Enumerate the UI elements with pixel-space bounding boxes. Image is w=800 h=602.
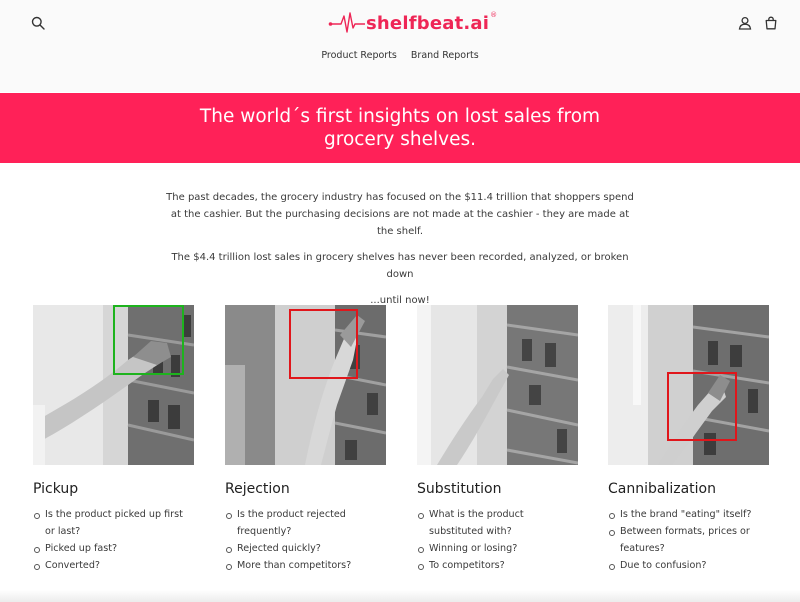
cart-button[interactable] bbox=[759, 11, 783, 35]
bullet-item: Is the brand "eating" itself? bbox=[608, 506, 769, 523]
card-pickup: Pickup Is the product picked up first or… bbox=[33, 305, 194, 574]
bullet-item: Rejected quickly? bbox=[225, 540, 386, 557]
account-button[interactable] bbox=[733, 11, 757, 35]
substitution-photo bbox=[417, 305, 578, 465]
card-cannibalization: Cannibalization Is the brand "eating" it… bbox=[608, 305, 769, 574]
search-icon bbox=[31, 16, 45, 30]
nav-product-reports[interactable]: Product Reports bbox=[321, 50, 397, 61]
search-button[interactable] bbox=[26, 11, 50, 35]
bullet-item: Is the product rejected frequently? bbox=[225, 506, 386, 540]
card-bullets: What is the product substituted with? Wi… bbox=[417, 506, 578, 574]
bullet-item: To competitors? bbox=[417, 557, 578, 574]
bullet-item: Converted? bbox=[33, 557, 194, 574]
cannibalization-photo bbox=[608, 305, 769, 465]
rejection-photo bbox=[225, 305, 386, 465]
bullet-item: Winning or losing? bbox=[417, 540, 578, 557]
card-title: Cannibalization bbox=[608, 481, 716, 497]
hero-title: The world´s first insights on lost sales… bbox=[199, 106, 601, 150]
site-header: shelfbeat.ai ® Product Reports Brand Rep… bbox=[0, 0, 800, 92]
card-title: Substitution bbox=[417, 481, 502, 497]
site-logo[interactable]: shelfbeat.ai ® bbox=[328, 8, 497, 38]
registered-mark: ® bbox=[490, 11, 498, 19]
card-bullets: Is the brand "eating" itself? Between fo… bbox=[608, 506, 769, 574]
card-bullets: Is the product picked up first or last? … bbox=[33, 506, 194, 574]
feature-cards: Pickup Is the product picked up first or… bbox=[33, 305, 769, 585]
card-bullets: Is the product rejected frequently? Reje… bbox=[225, 506, 386, 574]
bullet-item: Is the product picked up first or last? bbox=[33, 506, 194, 540]
hero-banner: The world´s first insights on lost sales… bbox=[0, 93, 800, 163]
main-nav: Product Reports Brand Reports bbox=[0, 50, 800, 61]
logo-text: shelfbeat.ai bbox=[366, 12, 490, 34]
card-title: Pickup bbox=[33, 481, 79, 497]
rejection-detection-box bbox=[289, 309, 358, 379]
bullet-item: Between formats, prices or features? bbox=[608, 523, 769, 557]
heartbeat-logo-icon bbox=[328, 12, 365, 33]
page-bottom-fade bbox=[0, 590, 800, 602]
bullet-item: What is the product substituted with? bbox=[417, 506, 578, 540]
pickup-photo bbox=[33, 305, 194, 465]
bullet-item: Picked up fast? bbox=[33, 540, 194, 557]
pickup-detection-box bbox=[113, 305, 184, 375]
account-icon bbox=[738, 16, 752, 30]
cart-icon bbox=[765, 16, 777, 30]
bullet-item: More than competitors? bbox=[225, 557, 386, 574]
intro-paragraph-1: The past decades, the grocery industry h… bbox=[166, 192, 634, 237]
card-title: Rejection bbox=[225, 481, 290, 497]
card-substitution: Substitution What is the product substit… bbox=[417, 305, 578, 574]
card-rejection: Rejection Is the product rejected freque… bbox=[225, 305, 386, 574]
cannibalization-detection-box bbox=[667, 372, 737, 441]
bullet-item: Due to confusion? bbox=[608, 557, 769, 574]
intro-paragraph-2: The $4.4 trillion lost sales in grocery … bbox=[171, 252, 629, 280]
intro-text: The past decades, the grocery industry h… bbox=[165, 189, 635, 318]
nav-brand-reports[interactable]: Brand Reports bbox=[411, 50, 479, 61]
